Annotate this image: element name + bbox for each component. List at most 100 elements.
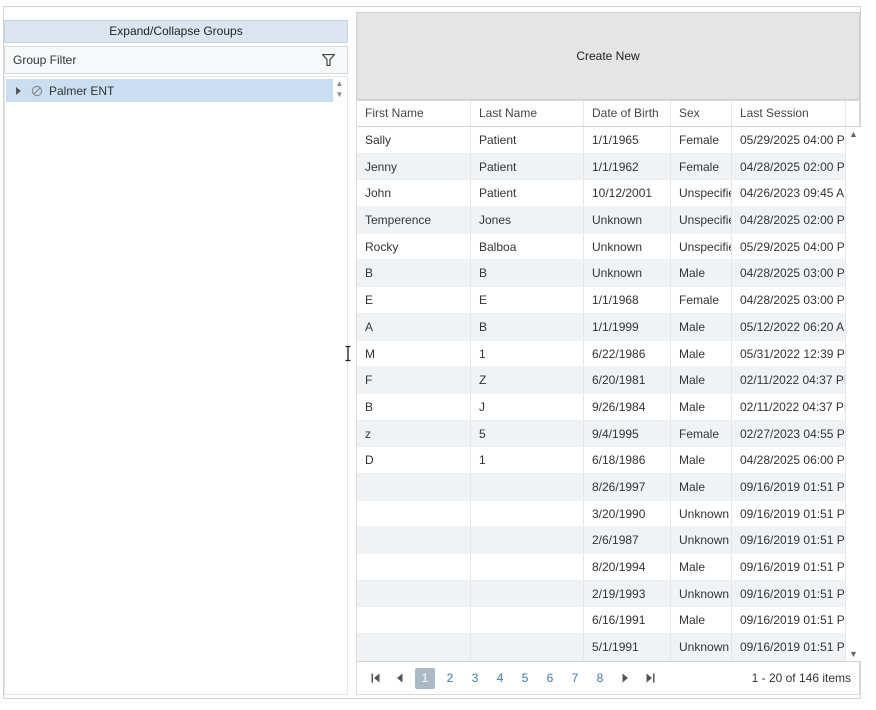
column-header-sex[interactable]: Sex bbox=[671, 101, 732, 126]
table-cell: 9/4/1995 bbox=[584, 421, 671, 447]
table-cell: 05/31/2022 12:39 PM bbox=[732, 341, 846, 367]
table-cell: 10/12/2001 bbox=[584, 180, 671, 206]
table-row[interactable]: AB1/1/1999Male05/12/2022 06:20 AM bbox=[357, 314, 846, 341]
table-row[interactable]: BJ9/26/1984Male02/11/2022 04:37 PM bbox=[357, 394, 846, 421]
column-header-last-name[interactable]: Last Name bbox=[471, 101, 584, 126]
table-cell: J bbox=[471, 394, 584, 420]
table-cell: Male bbox=[671, 260, 732, 286]
scroll-up-icon[interactable]: ▲ bbox=[333, 78, 346, 89]
table-cell bbox=[357, 527, 471, 553]
pager-last-button[interactable] bbox=[640, 668, 660, 689]
table-cell: 04/28/2025 02:00 PM bbox=[732, 207, 846, 233]
table-cell: 02/27/2023 04:55 PM bbox=[732, 421, 846, 447]
table-cell bbox=[471, 554, 584, 580]
table-cell: Unknown bbox=[584, 207, 671, 233]
group-tree: Palmer ENT ▲ ▼ bbox=[4, 76, 348, 695]
table-cell: F bbox=[357, 367, 471, 393]
table-cell: Sally bbox=[357, 127, 471, 153]
table-cell: Jenny bbox=[357, 154, 471, 180]
table-cell: Z bbox=[471, 367, 584, 393]
table-row[interactable]: FZ6/20/1981Male02/11/2022 04:37 PM bbox=[357, 367, 846, 394]
pager-page-1[interactable]: 1 bbox=[415, 668, 435, 689]
table-cell: 3/20/1990 bbox=[584, 501, 671, 527]
column-header-date-of-birth[interactable]: Date of Birth bbox=[584, 101, 671, 126]
table-row[interactable]: JennyPatient1/1/1962Female04/28/2025 02:… bbox=[357, 154, 846, 181]
table-cell bbox=[471, 501, 584, 527]
scroll-down-icon[interactable]: ▼ bbox=[849, 647, 858, 661]
group-filter-label: Group Filter bbox=[13, 53, 317, 67]
column-header-first-name[interactable]: First Name bbox=[357, 101, 471, 126]
table-row[interactable]: 3/20/1990Unknown09/16/2019 01:51 PM bbox=[357, 501, 846, 528]
table-cell: Patient bbox=[471, 154, 584, 180]
table-row[interactable]: 5/1/1991Unknown09/16/2019 01:51 PM bbox=[357, 634, 846, 661]
table-cell: Male bbox=[671, 314, 732, 340]
table-cell: Unspecified bbox=[671, 234, 732, 260]
table-cell: B bbox=[357, 394, 471, 420]
table-cell: Balboa bbox=[471, 234, 584, 260]
table-row[interactable]: BBUnknownMale04/28/2025 03:00 PM bbox=[357, 260, 846, 287]
tree-scrollbar[interactable]: ▲ ▼ bbox=[333, 78, 346, 100]
grid-scrollbar[interactable]: ▲ ▼ bbox=[846, 127, 861, 661]
table-row[interactable]: 2/19/1993Unknown09/16/2019 01:51 PM bbox=[357, 581, 846, 608]
expand-arrow-icon[interactable] bbox=[16, 87, 21, 95]
ibeam-cursor bbox=[344, 345, 352, 365]
tree-item-palmer-ent[interactable]: Palmer ENT bbox=[6, 79, 333, 102]
table-cell: Jones bbox=[471, 207, 584, 233]
pager-info: 1 - 20 of 146 items bbox=[752, 671, 851, 685]
pager-page-8[interactable]: 8 bbox=[590, 668, 610, 689]
pager-next-button[interactable] bbox=[615, 668, 635, 689]
table-cell bbox=[357, 634, 471, 660]
table-row[interactable]: JohnPatient10/12/2001Unspecified04/26/20… bbox=[357, 180, 846, 207]
table-cell: 09/16/2019 01:51 PM bbox=[732, 527, 846, 553]
table-cell: Patient bbox=[471, 180, 584, 206]
table-row[interactable]: M16/22/1986Male05/31/2022 12:39 PM bbox=[357, 341, 846, 368]
pager-page-7[interactable]: 7 bbox=[565, 668, 585, 689]
table-cell bbox=[357, 581, 471, 607]
create-new-button[interactable]: Create New bbox=[356, 12, 860, 100]
table-row[interactable]: 6/16/1991Male09/16/2019 01:51 PM bbox=[357, 607, 846, 634]
scroll-up-icon[interactable]: ▲ bbox=[849, 127, 858, 141]
table-cell: B bbox=[471, 314, 584, 340]
table-cell bbox=[357, 474, 471, 500]
table-row[interactable]: TemperenceJonesUnknownUnspecified04/28/2… bbox=[357, 207, 846, 234]
table-cell: 6/18/1986 bbox=[584, 447, 671, 473]
table-row[interactable]: z59/4/1995Female02/27/2023 04:55 PM bbox=[357, 421, 846, 448]
table-cell: 05/12/2022 06:20 AM bbox=[732, 314, 846, 340]
table-cell: Male bbox=[671, 554, 732, 580]
pager-first-icon bbox=[370, 673, 381, 683]
group-filter-bar: Group Filter bbox=[4, 46, 348, 74]
table-cell bbox=[471, 581, 584, 607]
table-cell: 09/16/2019 01:51 PM bbox=[732, 607, 846, 633]
pager-page-6[interactable]: 6 bbox=[540, 668, 560, 689]
table-cell: 1/1/1965 bbox=[584, 127, 671, 153]
filter-button[interactable] bbox=[317, 50, 339, 70]
pager-page-2[interactable]: 2 bbox=[440, 668, 460, 689]
table-cell: Female bbox=[671, 287, 732, 313]
table-cell: 8/20/1994 bbox=[584, 554, 671, 580]
table-cell: Unspecified bbox=[671, 207, 732, 233]
expand-collapse-groups-button[interactable]: Expand/Collapse Groups bbox=[4, 20, 348, 43]
table-row[interactable]: D16/18/1986Male04/28/2025 06:00 PM bbox=[357, 447, 846, 474]
pager-prev-button[interactable] bbox=[390, 668, 410, 689]
table-cell: Male bbox=[671, 367, 732, 393]
table-row[interactable]: SallyPatient1/1/1965Female05/29/2025 04:… bbox=[357, 127, 846, 154]
pager-next-icon bbox=[620, 673, 630, 683]
pager-page-5[interactable]: 5 bbox=[515, 668, 535, 689]
table-cell: 9/26/1984 bbox=[584, 394, 671, 420]
scroll-down-icon[interactable]: ▼ bbox=[333, 89, 346, 100]
table-cell: 09/16/2019 01:51 PM bbox=[732, 474, 846, 500]
table-cell: E bbox=[471, 287, 584, 313]
table-row[interactable]: 8/26/1997Male09/16/2019 01:51 PM bbox=[357, 474, 846, 501]
table-cell: M bbox=[357, 341, 471, 367]
table-row[interactable]: RockyBalboaUnknownUnspecified05/29/2025 … bbox=[357, 234, 846, 261]
pager-page-3[interactable]: 3 bbox=[465, 668, 485, 689]
table-row[interactable]: 8/20/1994Male09/16/2019 01:51 PM bbox=[357, 554, 846, 581]
column-header-last-session[interactable]: Last Session bbox=[732, 101, 846, 126]
table-cell: Male bbox=[671, 394, 732, 420]
pager-page-4[interactable]: 4 bbox=[490, 668, 510, 689]
table-cell: Male bbox=[671, 447, 732, 473]
table-cell: Female bbox=[671, 154, 732, 180]
pager-first-button[interactable] bbox=[365, 668, 385, 689]
table-row[interactable]: EE1/1/1968Female04/28/2025 03:00 PM bbox=[357, 287, 846, 314]
table-row[interactable]: 2/6/1987Unknown09/16/2019 01:51 PM bbox=[357, 527, 846, 554]
